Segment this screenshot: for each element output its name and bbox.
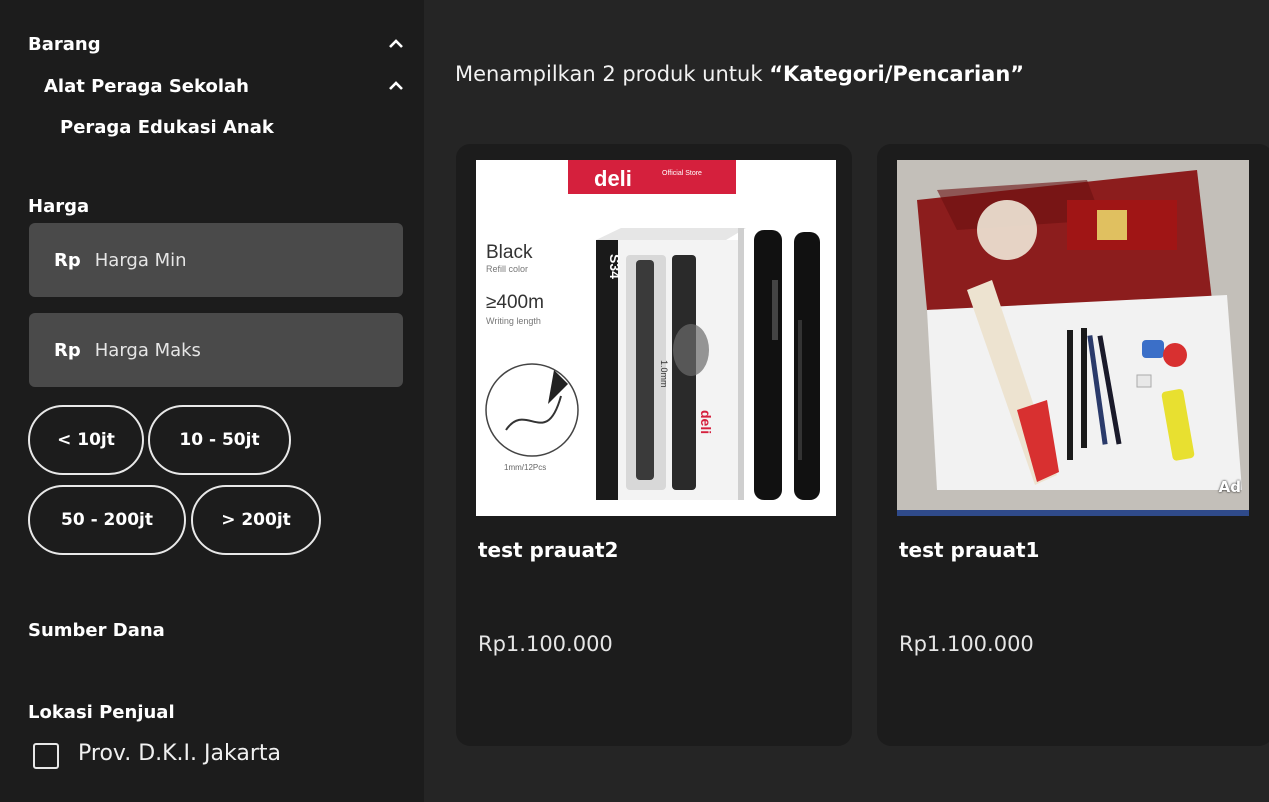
model-text: S34: [607, 254, 623, 279]
product-price: Rp1.100.000: [478, 632, 613, 656]
chevron-up-icon[interactable]: [388, 78, 404, 94]
product-name[interactable]: test prauat1: [899, 538, 1039, 562]
color-text: Black: [486, 242, 533, 263]
price-min-input[interactable]: Rp Harga Min: [29, 223, 403, 297]
category-alat-peraga[interactable]: Alat Peraga Sekolah: [44, 76, 249, 97]
category-barang[interactable]: Barang: [28, 34, 101, 55]
results-prefix: Menampilkan 2 produk untuk: [455, 62, 770, 86]
price-range-under-10jt[interactable]: < 10jt: [28, 405, 144, 475]
category-alat-peraga-label: Alat Peraga Sekolah: [44, 76, 249, 97]
product-image[interactable]: Ad: [897, 160, 1249, 516]
currency-prefix: Rp: [54, 339, 81, 361]
price-section-label: Harga: [28, 196, 90, 217]
price-range-50-200jt[interactable]: 50 - 200jt: [28, 485, 186, 555]
tip-text: 1.0mm: [659, 360, 669, 388]
location-checkbox-jakarta[interactable]: [33, 743, 59, 769]
brand-logo-text: deli: [594, 166, 632, 191]
price-max-placeholder: Harga Maks: [94, 339, 201, 361]
chevron-up-icon[interactable]: [388, 36, 404, 52]
length-sub-text: Writing length: [486, 316, 541, 326]
page: Barang Alat Peraga Sekolah Peraga Edukas…: [0, 0, 1269, 802]
store-text: Official Store: [662, 170, 702, 177]
price-range-over-200jt[interactable]: > 200jt: [191, 485, 321, 555]
location-option-label[interactable]: Prov. D.K.I. Jakarta: [78, 741, 281, 766]
results-query: “Kategori/Pencarian”: [769, 62, 1025, 86]
category-peraga-edukasi-label: Peraga Edukasi Anak: [60, 117, 274, 138]
product-price: Rp1.100.000: [899, 632, 1034, 656]
price-range-10-50jt[interactable]: 10 - 50jt: [148, 405, 291, 475]
category-barang-label: Barang: [28, 34, 101, 55]
product-image[interactable]: deli Official Store Black Refill color ≥…: [476, 160, 836, 516]
filter-sidebar: Barang Alat Peraga Sekolah Peraga Edukas…: [0, 0, 424, 802]
product-card[interactable]: Ad test prauat1 Rp1.100.000: [877, 144, 1269, 746]
length-text: ≥400m: [486, 292, 544, 313]
results-summary: Menampilkan 2 produk untuk “Kategori/Pen…: [455, 62, 1024, 86]
currency-prefix: Rp: [54, 249, 81, 271]
funding-source-label[interactable]: Sumber Dana: [28, 620, 165, 641]
color-sub-text: Refill color: [486, 264, 528, 274]
pack-text: 1mm/12Pcs: [504, 463, 546, 472]
svg-text:deli: deli: [698, 410, 714, 434]
ad-badge: Ad: [1218, 478, 1241, 496]
product-card[interactable]: deli Official Store Black Refill color ≥…: [456, 144, 852, 746]
price-min-placeholder: Harga Min: [94, 249, 187, 271]
price-max-input[interactable]: Rp Harga Maks: [29, 313, 403, 387]
product-name[interactable]: test prauat2: [478, 538, 618, 562]
seller-location-label: Lokasi Penjual: [28, 702, 175, 723]
category-peraga-edukasi[interactable]: Peraga Edukasi Anak: [60, 117, 274, 138]
